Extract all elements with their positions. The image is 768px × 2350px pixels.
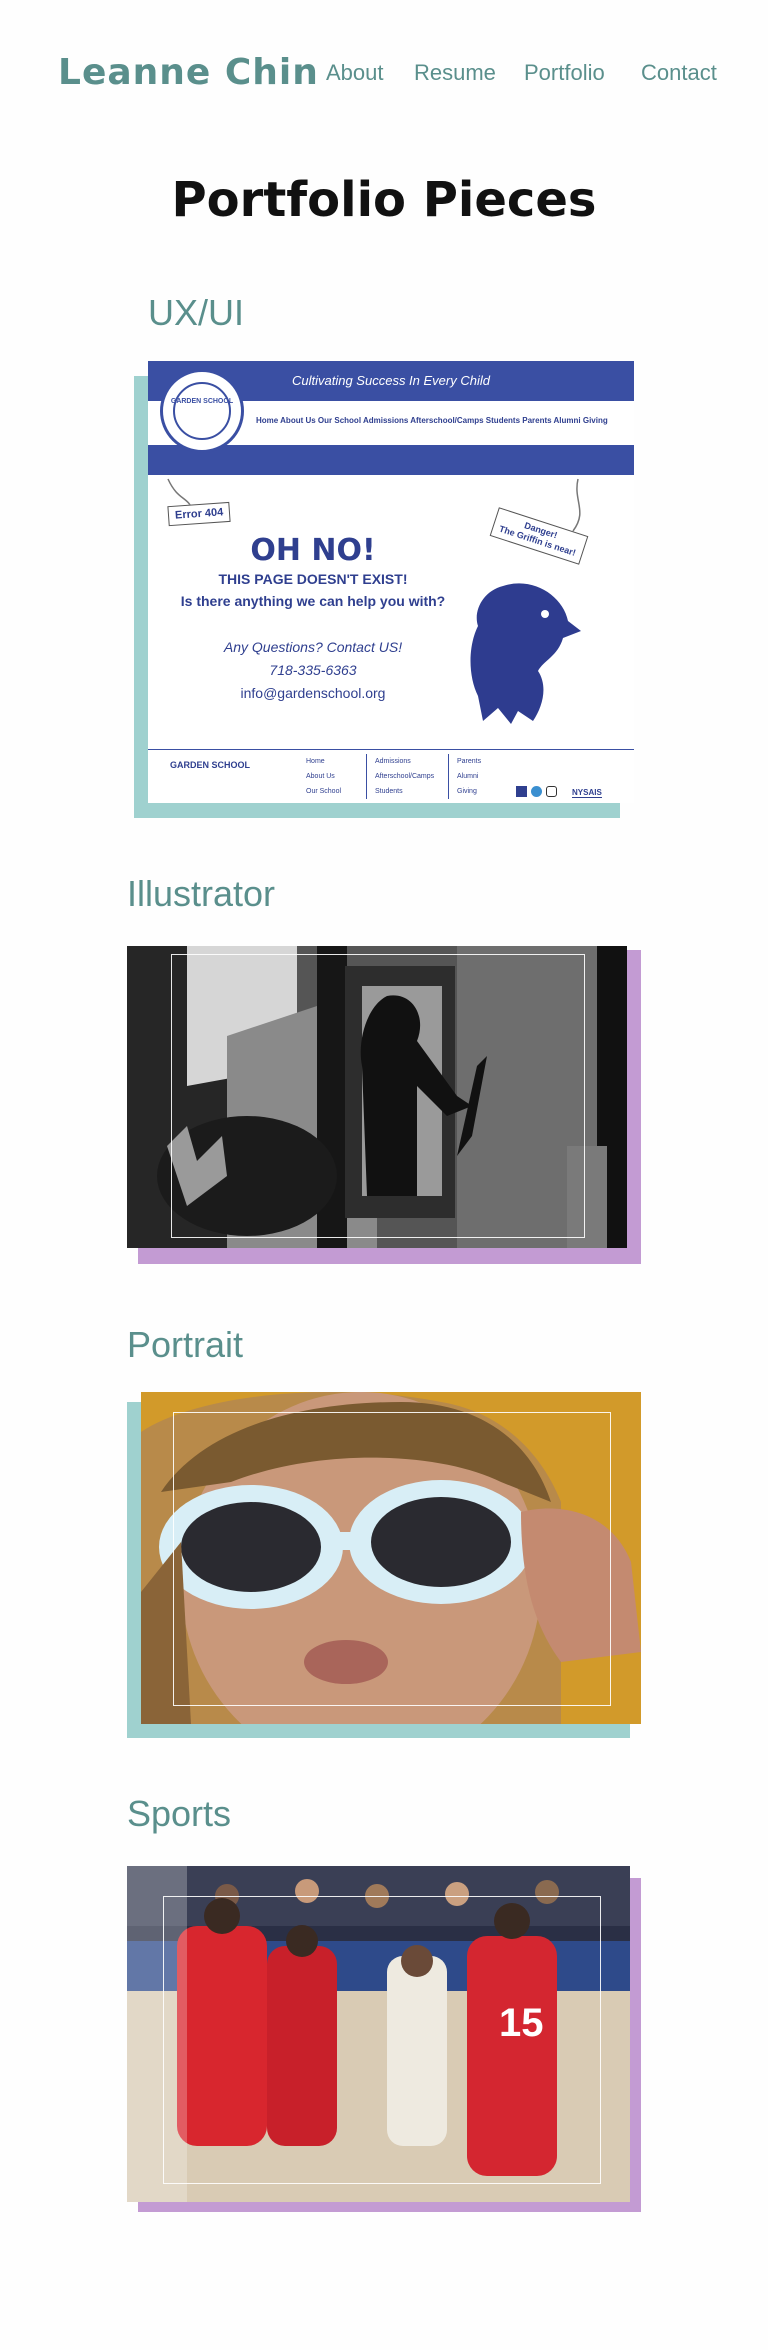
contact-prompt: Any Questions? Contact US! (223, 639, 403, 655)
footer-link[interactable]: Parents (457, 754, 481, 769)
facebook-icon[interactable] (516, 786, 527, 797)
footer-name: GARDEN SCHOOL (170, 760, 251, 770)
griffin-icon (470, 583, 581, 724)
nav-link-resume[interactable]: Resume (414, 60, 496, 86)
footer-link[interactable]: About Us (306, 769, 341, 784)
headline: OH NO! (250, 533, 376, 568)
section-title-uxui: UX/UI (148, 292, 245, 333)
nav-link-portfolio[interactable]: Portfolio (524, 60, 605, 86)
sports-image[interactable]: 15 (127, 1866, 630, 2202)
nav-link-contact[interactable]: Contact (641, 60, 717, 86)
footer-link[interactable]: Students (375, 784, 434, 799)
inner-frame (173, 1412, 611, 1706)
line-2: Is there anything we can help you with? (180, 593, 446, 609)
social-icons (516, 786, 557, 797)
footer-col-3: Parents Alumni Giving (448, 754, 481, 799)
ux-footer: GARDEN SCHOOL Home About Us Our School A… (148, 749, 634, 803)
uxui-image[interactable]: Cultivating Success In Every Child Home … (148, 361, 634, 803)
footer-link[interactable]: Afterschool/Camps (375, 769, 434, 784)
section-title-sports: Sports (127, 1793, 232, 1834)
footer-link[interactable]: Giving (457, 784, 481, 799)
footer-link[interactable]: Alumni (457, 769, 481, 784)
nysais-badge: NYSAIS (572, 788, 602, 798)
instagram-icon[interactable] (546, 786, 557, 797)
section-title-illustrator: Illustrator (127, 873, 276, 914)
brand-logo[interactable]: Leanne Chin (58, 52, 319, 93)
inner-frame (163, 1896, 601, 2184)
phone-number: 718-335-6363 (269, 662, 357, 678)
portrait-image[interactable] (141, 1392, 641, 1724)
footer-link[interactable]: Admissions (375, 754, 434, 769)
nav-link-about[interactable]: About (326, 60, 384, 86)
line-1: THIS PAGE DOESN'T EXIST! (218, 571, 408, 587)
page-title: Portfolio Pieces (171, 172, 597, 228)
email-address: info@gardenschool.org (240, 685, 386, 701)
footer-link[interactable]: Home (306, 754, 341, 769)
inner-frame (171, 954, 585, 1238)
illustrator-image[interactable] (127, 946, 627, 1248)
section-title-portrait: Portrait (127, 1324, 244, 1365)
footer-link[interactable]: Our School (306, 784, 341, 799)
footer-col-2: Admissions Afterschool/Camps Students (366, 754, 434, 799)
footer-col-1: Home About Us Our School (306, 754, 341, 799)
twitter-icon[interactable] (531, 786, 542, 797)
